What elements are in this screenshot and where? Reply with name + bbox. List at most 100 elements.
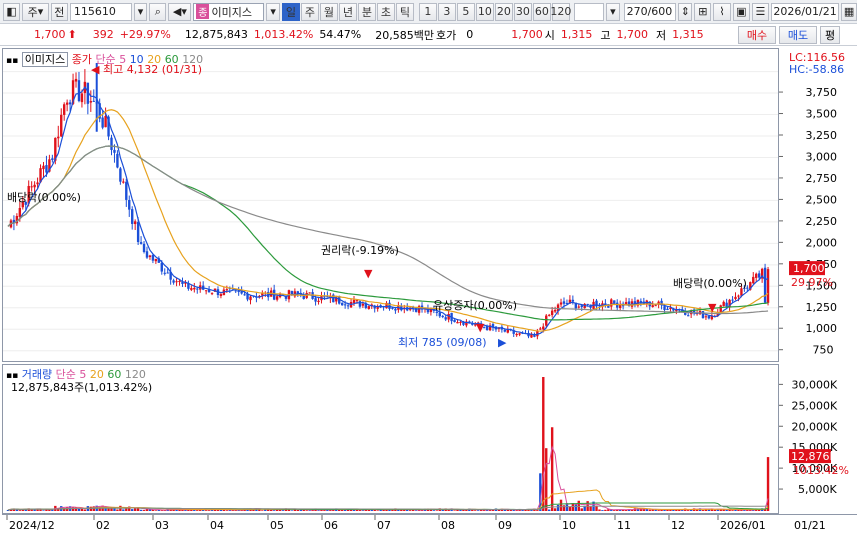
speaker-icon[interactable]: ◀▾: [168, 2, 192, 21]
interval-button-1[interactable]: 1: [418, 2, 437, 21]
candle-body: [133, 221, 137, 225]
volume-bar: [506, 509, 509, 511]
price-tick-label-8: 2,000: [806, 236, 838, 249]
up-arrow-icon: ⬆: [67, 28, 77, 41]
search-icon[interactable]: ⌕: [149, 2, 167, 21]
interval-button-10[interactable]: 10: [475, 2, 494, 21]
interval-button-60[interactable]: 60: [532, 2, 551, 21]
x-tick-label-8: 09: [498, 519, 512, 532]
period-tab-3[interactable]: 년: [338, 2, 357, 21]
period-tab-4[interactable]: 분: [357, 2, 376, 21]
interval-button-3[interactable]: 3: [437, 2, 456, 21]
sell-button[interactable]: 매도: [779, 26, 817, 44]
volume-bar: [204, 510, 208, 511]
period-tab-2[interactable]: 월: [319, 2, 338, 21]
price-panel[interactable]: ◀ 최고 4,132 (01/31) 배당락(0.00%) 권리락(-9.19%) ▼ 유…: [2, 48, 779, 362]
interval-button-120[interactable]: 120: [550, 2, 571, 21]
settings-icon[interactable]: ☰: [751, 2, 770, 21]
volume-panel[interactable]: ▪▪ 거래량 단순 5 20 60 120 12,875,843주(1,013.…: [2, 364, 779, 514]
ex-rights-marker-icon: ▼: [364, 267, 373, 280]
volume-bar: [18, 510, 22, 511]
candle-body: [57, 136, 60, 139]
candle-body: [275, 296, 279, 300]
candle-body: [352, 299, 356, 303]
x-tick-label-5: 06: [324, 519, 338, 532]
volume-bar: [116, 509, 119, 511]
chart-type-icon[interactable]: ◧: [3, 2, 21, 21]
count-spin-icon[interactable]: ⇕: [678, 2, 693, 21]
candle-body: [45, 165, 48, 173]
market-select[interactable]: 주 ▾: [22, 2, 49, 21]
ex-dividend-annotation-1: 배당락(0.00%): [7, 191, 81, 204]
volume-bar: [142, 510, 146, 511]
eval-button[interactable]: 평: [820, 26, 840, 44]
candle-body: [62, 104, 66, 115]
candle-body: [361, 303, 365, 306]
candle-body: [559, 302, 563, 305]
x-right-label: 01/21: [794, 519, 826, 532]
stock-name-field[interactable]: 종 이미지스: [193, 2, 265, 21]
interval-button-5[interactable]: 5: [456, 2, 475, 21]
candle-body: [249, 296, 252, 301]
candle-body: [553, 309, 557, 312]
paid-in-annotation: 유상증자(0.00%): [433, 299, 517, 312]
volume-bar: [376, 510, 379, 511]
candle-body: [577, 306, 580, 308]
candle-body: [166, 272, 169, 274]
candle-body: [453, 319, 456, 323]
candle-body: [148, 255, 152, 258]
volume-bar: [308, 510, 311, 511]
draw-icon[interactable]: ⌇: [713, 2, 731, 21]
candle-body: [725, 302, 728, 307]
volume-bar: [139, 509, 143, 511]
price-tick-label-1: 3,750: [806, 86, 838, 99]
candle-body: [110, 137, 113, 150]
interval-dropdown-icon[interactable]: ▾: [606, 2, 620, 21]
candle-body: [752, 276, 755, 284]
volume-pct: 1,013.42%: [253, 28, 314, 41]
name-dropdown-icon[interactable]: ▾: [266, 2, 280, 21]
grid-icon[interactable]: ⊞: [694, 2, 712, 21]
period-tab-0[interactable]: 일: [281, 2, 300, 21]
volume-bar: [207, 510, 211, 511]
volume-bar: [542, 377, 545, 511]
period-tab-1[interactable]: 주: [300, 2, 319, 21]
current-price-pct-label: 29.97%: [791, 276, 833, 289]
period-tab-6[interactable]: 틱: [395, 2, 414, 21]
code-dropdown-icon[interactable]: ▾: [133, 2, 148, 21]
count-field[interactable]: 270/600: [623, 2, 677, 21]
period-tab-5[interactable]: 초: [376, 2, 395, 21]
current-price-tag-label: 1,700: [793, 262, 825, 275]
volume-bar: [589, 506, 592, 511]
calendar-icon[interactable]: ▦: [841, 2, 857, 21]
candle-body: [317, 300, 320, 302]
candle-body: [151, 254, 155, 261]
candle-body: [219, 294, 223, 296]
price-tick-label-12: 1,000: [806, 322, 838, 335]
candle-body: [343, 304, 347, 306]
volume-current-text: 12,875,843주(1,013.42%): [11, 381, 153, 394]
low-price: 1,315: [672, 28, 704, 41]
candle-body: [125, 181, 128, 200]
interval-custom-input[interactable]: [573, 2, 605, 21]
legend-ma-label: 단순: [95, 53, 116, 66]
candle-body: [391, 307, 394, 309]
volume-bar: [613, 510, 616, 511]
candle-body: [704, 316, 708, 318]
candle-body: [131, 209, 134, 224]
save-icon[interactable]: ▣: [732, 2, 750, 21]
stock-code-input[interactable]: 115610: [69, 2, 132, 21]
buy-button[interactable]: 매수: [738, 26, 776, 44]
candle-body: [734, 296, 737, 300]
interval-button-30[interactable]: 30: [513, 2, 532, 21]
candle-body: [731, 299, 734, 301]
interval-button-20[interactable]: 20: [494, 2, 513, 21]
volume-tick-label-0: 30,000K: [792, 378, 838, 391]
volume-bar: [299, 510, 302, 511]
volume-bar: [648, 509, 651, 511]
candle-body: [30, 186, 33, 188]
open-price: 1,315: [560, 28, 593, 41]
date-field[interactable]: 2026/01/21: [771, 2, 840, 21]
prev-button[interactable]: 전: [50, 2, 68, 21]
legend-stock-name: 이미지스: [21, 52, 69, 67]
